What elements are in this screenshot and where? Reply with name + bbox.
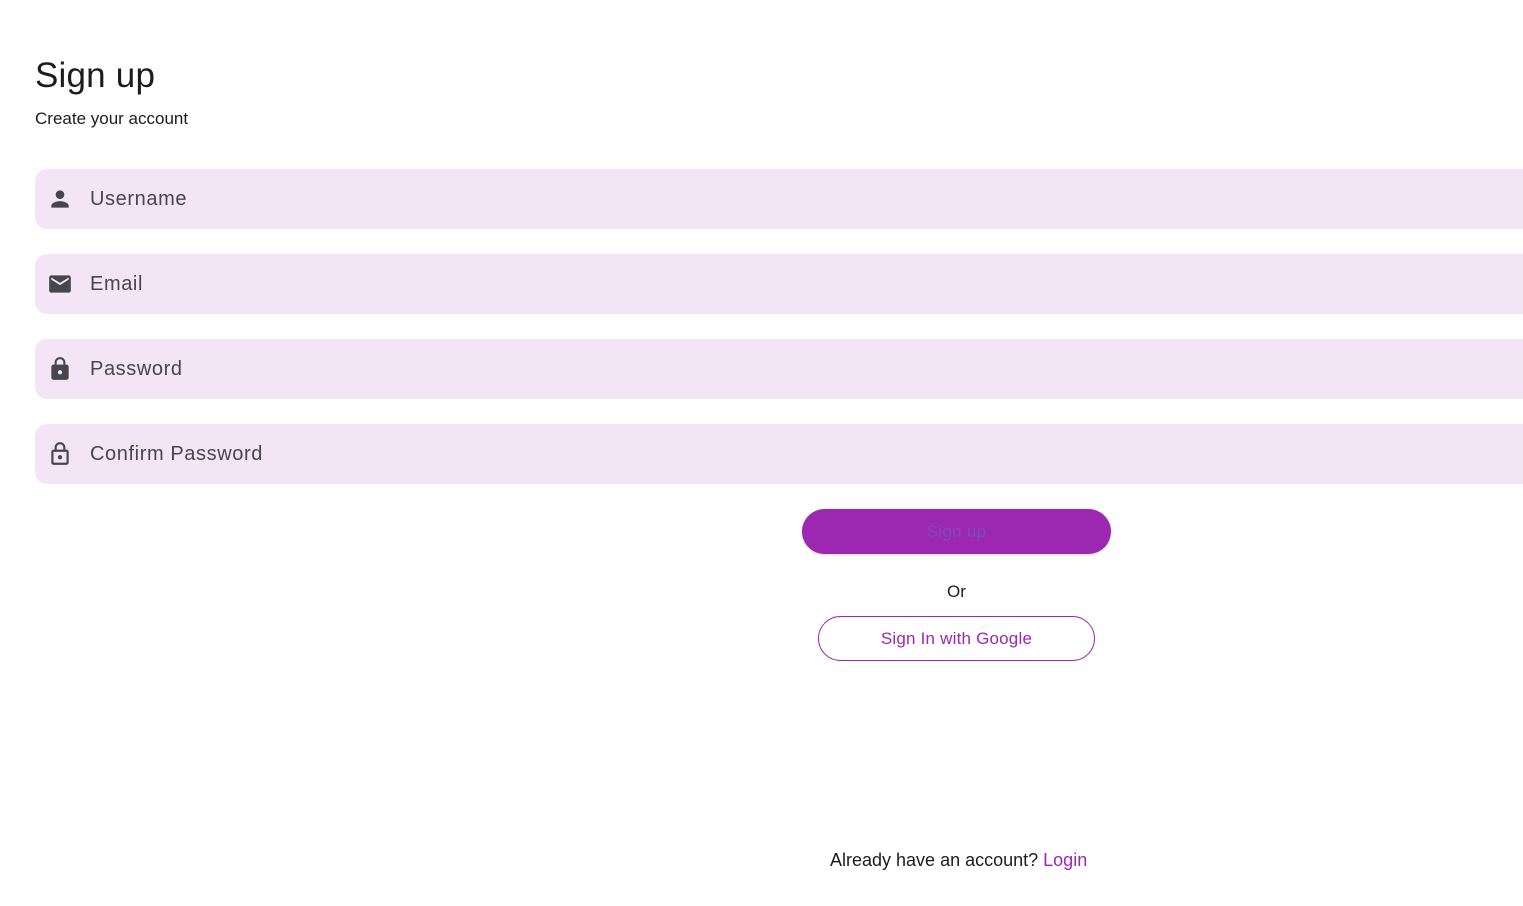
mail-icon bbox=[47, 271, 73, 297]
username-input[interactable] bbox=[90, 169, 1523, 229]
password-input[interactable] bbox=[90, 339, 1523, 399]
signup-button[interactable]: Sign up bbox=[802, 509, 1111, 554]
confirm-password-input[interactable] bbox=[90, 424, 1523, 484]
signup-page: Sign up Create your account Sign up Or S… bbox=[0, 0, 1523, 906]
email-input[interactable] bbox=[90, 254, 1523, 314]
page-title: Sign up bbox=[35, 56, 156, 95]
or-divider-text: Or bbox=[947, 582, 966, 601]
confirm-password-field[interactable] bbox=[35, 424, 1523, 484]
lock-open-icon bbox=[47, 441, 73, 467]
lock-icon bbox=[47, 356, 73, 382]
person-icon bbox=[47, 186, 73, 212]
page-subtitle: Create your account bbox=[35, 109, 189, 128]
login-prompt-text: Already have an account? bbox=[830, 850, 1039, 870]
login-prompt: Already have an account? Login bbox=[830, 848, 1087, 872]
email-field[interactable] bbox=[35, 254, 1523, 314]
login-link[interactable]: Login bbox=[1043, 850, 1087, 870]
password-field[interactable] bbox=[35, 339, 1523, 399]
username-field[interactable] bbox=[35, 169, 1523, 229]
google-signin-button[interactable]: Sign In with Google bbox=[818, 616, 1095, 661]
